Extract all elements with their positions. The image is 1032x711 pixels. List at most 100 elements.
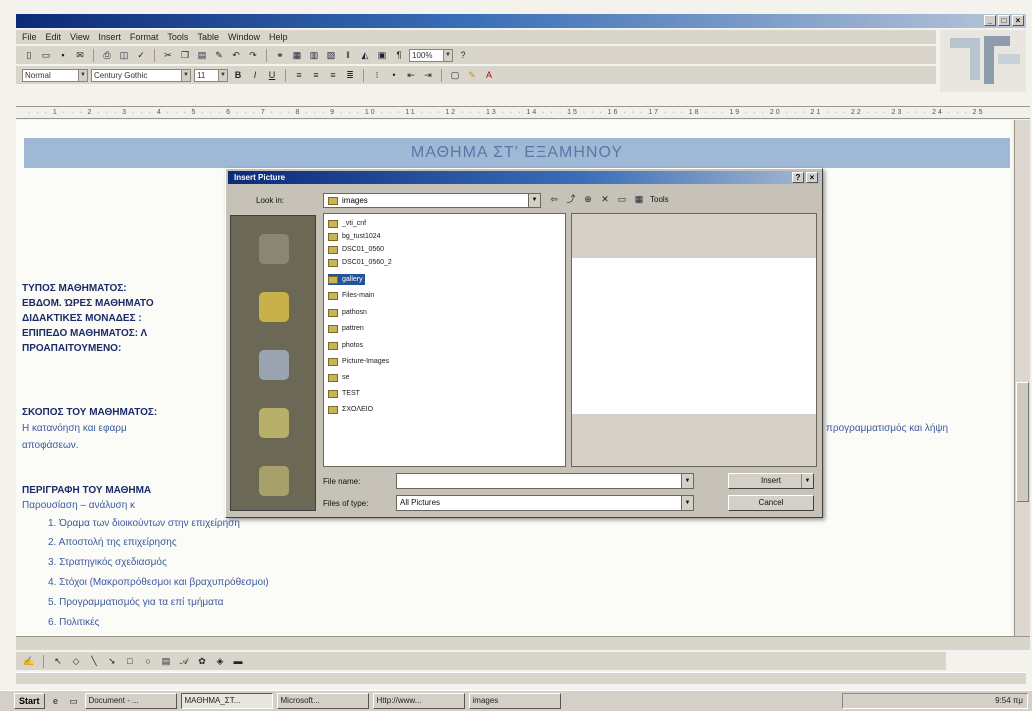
scroll-thumb[interactable] [1016,382,1029,502]
textbox-icon[interactable]: ▤ [159,655,173,668]
search-web-icon[interactable]: ⊕ [582,193,594,205]
places-history[interactable] [251,226,297,272]
menu-insert[interactable]: Insert [98,30,121,44]
wordart-icon[interactable]: 𝒜 [177,655,191,668]
show-hide-icon[interactable]: ¶ [392,49,406,62]
zoom-select[interactable]: 100% ▼ [409,48,453,62]
columns-icon[interactable]: ‖ [341,49,355,62]
open-icon[interactable]: ▭ [39,49,53,62]
print-icon[interactable]: ⎙ [100,49,114,62]
look-in-select[interactable]: images ▼ [323,193,541,208]
print-preview-icon[interactable]: ◫ [117,49,131,62]
document-map-icon[interactable]: ▣ [375,49,389,62]
justify-icon[interactable]: ≣ [343,69,357,82]
spelling-icon[interactable]: ✓ [134,49,148,62]
close-button[interactable]: × [1012,15,1024,26]
font-size-select[interactable]: 11 ▼ [194,68,228,82]
style-select[interactable]: Normal ▼ [22,68,88,82]
bold-icon[interactable]: B [231,69,245,82]
save-icon[interactable]: ▪ [56,49,70,62]
menu-file[interactable]: File [22,30,37,44]
line-icon[interactable]: ╲ [87,655,101,668]
list-item[interactable]: pathosn [328,307,367,318]
list-item[interactable]: ΣΧΟΛΕΙΟ [328,404,373,415]
places-desktop[interactable] [251,342,297,388]
tools-menu[interactable]: Tools [650,195,669,204]
copy-icon[interactable]: ❐ [178,49,192,62]
maximize-button[interactable]: □ [998,15,1010,26]
start-button[interactable]: Start [14,693,45,709]
quicklaunch-ie-icon[interactable]: e [49,695,63,708]
list-item[interactable]: Picture-Images [328,356,389,367]
dialog-help-button[interactable]: ? [792,172,804,183]
minimize-button[interactable]: _ [984,15,996,26]
rectangle-icon[interactable]: □ [123,655,137,668]
drawing-icon[interactable]: ◭ [358,49,372,62]
decrease-indent-icon[interactable]: ⇤ [404,69,418,82]
list-item[interactable]: bg_tust1024 [328,231,381,242]
increase-indent-icon[interactable]: ⇥ [421,69,435,82]
oval-icon[interactable]: ○ [141,655,155,668]
bullets-icon[interactable]: • [387,69,401,82]
task-button[interactable]: Document - ... [84,693,177,709]
horizontal-ruler[interactable]: · · · 1 · · · 2 · · · 3 · · · 4 · · · 5 … [16,106,1030,119]
menu-view[interactable]: View [70,30,89,44]
list-item[interactable]: DSC01_0560 [328,244,384,255]
redo-icon[interactable]: ↷ [246,49,260,62]
help-icon[interactable]: ? [456,49,470,62]
italic-icon[interactable]: I [248,69,262,82]
new-folder-icon[interactable]: ▭ [616,193,628,205]
task-button[interactable]: Http://www... [372,693,465,709]
task-button-active[interactable]: ΜΑΘΗΜΑ_ΣΤ... [180,693,273,709]
list-item[interactable]: pattren [328,323,364,334]
places-favorites[interactable] [251,400,297,446]
quicklaunch-desktop-icon[interactable]: ▭ [67,695,81,708]
line-color-icon[interactable]: ▬ [231,655,245,668]
back-icon[interactable]: ⇦ [548,193,560,205]
file-type-select[interactable]: All Pictures ▼ [396,495,694,511]
new-icon[interactable]: ▯ [22,49,36,62]
menu-format[interactable]: Format [130,30,159,44]
menu-tools[interactable]: Tools [167,30,188,44]
dialog-titlebar[interactable]: Insert Picture ? × [228,171,820,184]
list-item-selected[interactable]: gallery [328,274,365,285]
hyperlink-icon[interactable]: ⚭ [273,49,287,62]
file-list[interactable]: _vti_cnf bg_tust1024 DSC01_0560 DSC01_05… [323,213,566,467]
numbering-icon[interactable]: ⁝ [370,69,384,82]
insert-excel-icon[interactable]: ▧ [324,49,338,62]
vertical-scrollbar[interactable] [1014,120,1030,636]
views-icon[interactable]: ▦ [633,193,645,205]
insert-button[interactable]: Insert ▼ [728,473,814,489]
list-item[interactable]: _vti_cnf [328,218,366,229]
tables-borders-icon[interactable]: ▦ [290,49,304,62]
align-right-icon[interactable]: ≡ [326,69,340,82]
dialog-close-button[interactable]: × [806,172,818,183]
email-icon[interactable]: ✉ [73,49,87,62]
align-center-icon[interactable]: ≡ [309,69,323,82]
insert-table-icon[interactable]: ▥ [307,49,321,62]
window-titlebar[interactable]: _ □ × [16,14,1026,28]
select-objects-icon[interactable]: ↖ [51,655,65,668]
up-folder-icon[interactable]: ⤴ [565,193,577,205]
menu-window[interactable]: Window [228,30,260,44]
font-select[interactable]: Century Gothic ▼ [91,68,191,82]
places-web-folders[interactable] [251,458,297,504]
list-item[interactable]: Files-main [328,290,374,301]
menu-edit[interactable]: Edit [46,30,62,44]
horizontal-scrollbar[interactable] [16,636,1030,650]
arrow-icon[interactable]: ➘ [105,655,119,668]
task-button[interactable]: images [468,693,561,709]
border-icon[interactable]: ▢ [448,69,462,82]
highlight-icon[interactable]: ✎ [465,69,479,82]
cancel-button[interactable]: Cancel [728,495,814,511]
list-item[interactable]: se [328,372,349,383]
clipart-icon[interactable]: ✿ [195,655,209,668]
menu-help[interactable]: Help [269,30,288,44]
list-item[interactable]: photos [328,340,363,351]
fill-color-icon[interactable]: ◈ [213,655,227,668]
format-painter-icon[interactable]: ✎ [212,49,226,62]
align-left-icon[interactable]: ≡ [292,69,306,82]
places-my-documents[interactable] [251,284,297,330]
file-name-field[interactable]: ▼ [396,473,694,489]
autoshapes-icon[interactable]: ◇ [69,655,83,668]
